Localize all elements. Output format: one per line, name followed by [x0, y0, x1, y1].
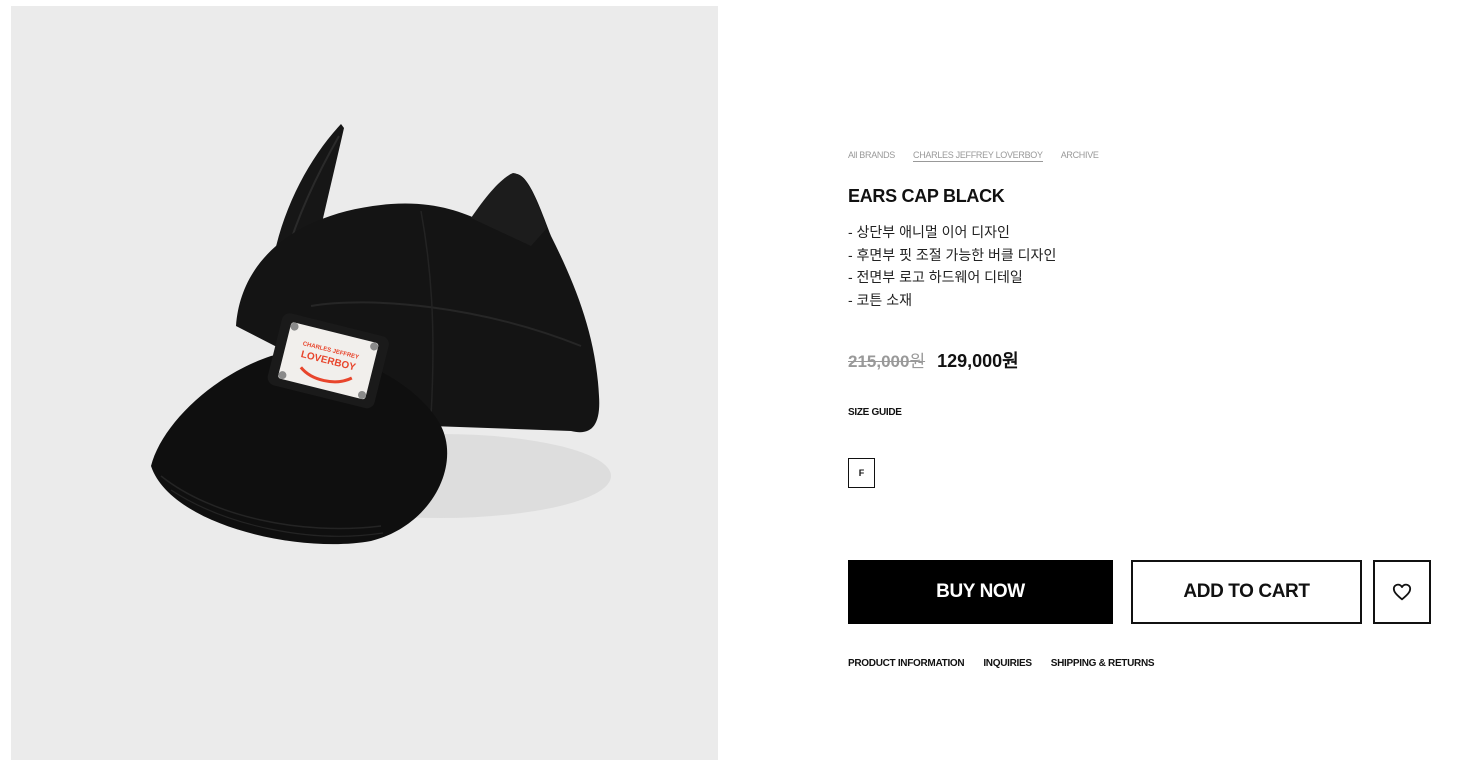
description-line: - 전면부 로고 하드웨어 디테일 [848, 269, 1023, 285]
heart-icon [1392, 583, 1412, 601]
breadcrumb-brand[interactable]: CHARLES JEFFREY LOVERBOY [913, 150, 1043, 162]
original-price: 215,000원 [848, 347, 925, 372]
product-description: - 상단부 애니멀 이어 디자인 - 후면부 핏 조절 가능한 버클 디자인 -… [848, 221, 1438, 311]
tab-product-information[interactable]: PRODUCT INFORMATION [848, 658, 965, 669]
product-page: CHARLES JEFFREY LOVERBOY All BRANDS CHAR… [0, 0, 1459, 760]
original-price-value: 215,000 [848, 352, 910, 371]
size-guide-link[interactable]: SIZE GUIDE [848, 407, 1438, 418]
add-to-cart-button[interactable]: ADD TO CART [1131, 560, 1362, 624]
description-line: - 상단부 애니멀 이어 디자인 [848, 224, 1010, 240]
cap-illustration: CHARLES JEFFREY LOVERBOY [151, 124, 611, 545]
tab-inquiries[interactable]: INQUIRIES [983, 658, 1032, 669]
tab-shipping-returns[interactable]: SHIPPING & RETURNS [1051, 658, 1155, 669]
breadcrumb-archive[interactable]: ARCHIVE [1061, 150, 1099, 160]
wishlist-button[interactable] [1373, 560, 1431, 624]
action-buttons: BUY NOW ADD TO CART [848, 560, 1431, 624]
product-info: All BRANDS CHARLES JEFFREY LOVERBOY ARCH… [848, 150, 1438, 488]
price-row: 215,000원 129,000원 [848, 347, 1438, 373]
breadcrumb: All BRANDS CHARLES JEFFREY LOVERBOY ARCH… [848, 150, 1438, 166]
product-title: EARS CAP BLACK [848, 186, 1005, 206]
product-image[interactable]: CHARLES JEFFREY LOVERBOY [11, 6, 718, 760]
product-tabs: PRODUCT INFORMATION INQUIRIES SHIPPING &… [848, 658, 1155, 669]
description-line: - 후면부 핏 조절 가능한 버클 디자인 [848, 246, 1057, 263]
sale-price: 129,000원 [937, 351, 1019, 371]
breadcrumb-all-brands[interactable]: All BRANDS [848, 150, 895, 160]
description-line: - 코튼 소재 [848, 291, 912, 308]
size-option-f[interactable]: F [848, 458, 875, 488]
original-price-unit: 원 [909, 352, 926, 371]
buy-now-button[interactable]: BUY NOW [848, 560, 1113, 624]
